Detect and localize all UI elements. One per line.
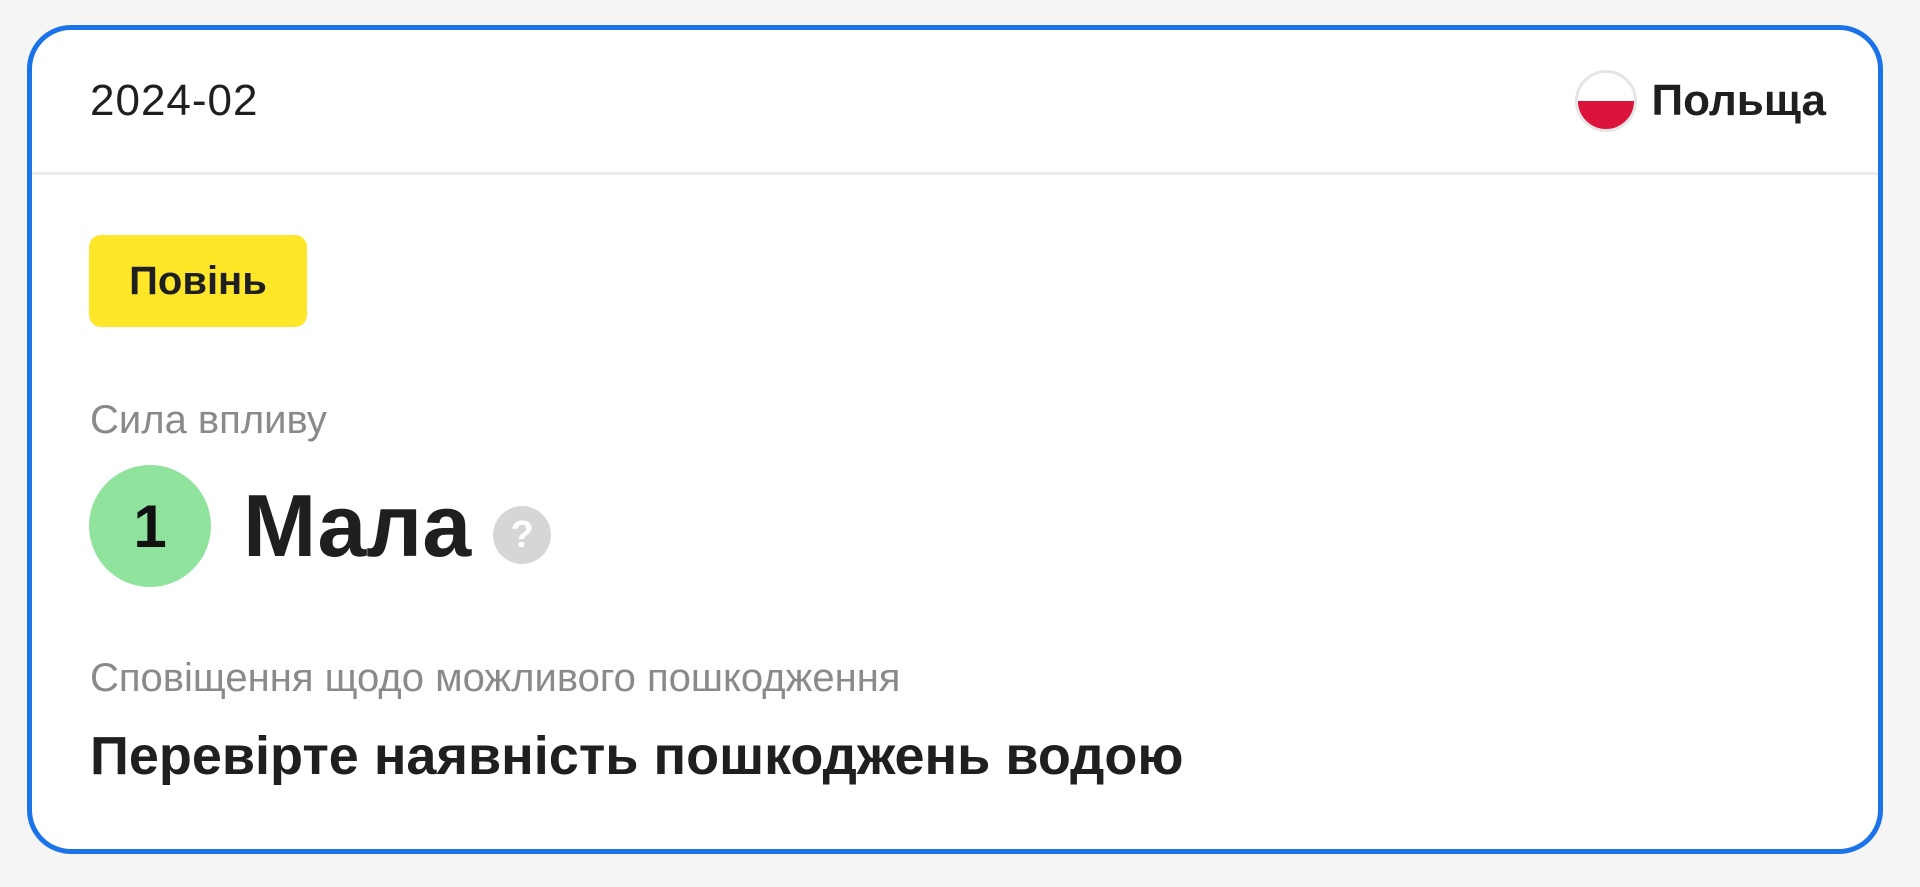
alert-text: Перевірте наявність пошкоджень водою [90,726,1184,786]
impact-row: 1 Мала ? [89,465,552,587]
country: Польща [1575,70,1826,132]
event-card: 2024-02 Польща Повінь Сила впливу 1 Мала… [27,25,1883,854]
country-name: Польща [1651,76,1826,125]
event-date: 2024-02 [90,76,259,125]
question-mark-icon[interactable]: ? [493,506,552,564]
impact-level-circle: 1 [89,465,211,587]
alert-label: Сповіщення щодо можливого пошкодження [90,656,901,700]
event-type-badge: Повінь [89,235,307,327]
card-header: 2024-02 Польща [32,30,1878,175]
impact-label: Сила впливу [90,398,327,442]
impact-level-text: Мала [243,476,472,575]
poland-flag-icon [1575,70,1638,132]
